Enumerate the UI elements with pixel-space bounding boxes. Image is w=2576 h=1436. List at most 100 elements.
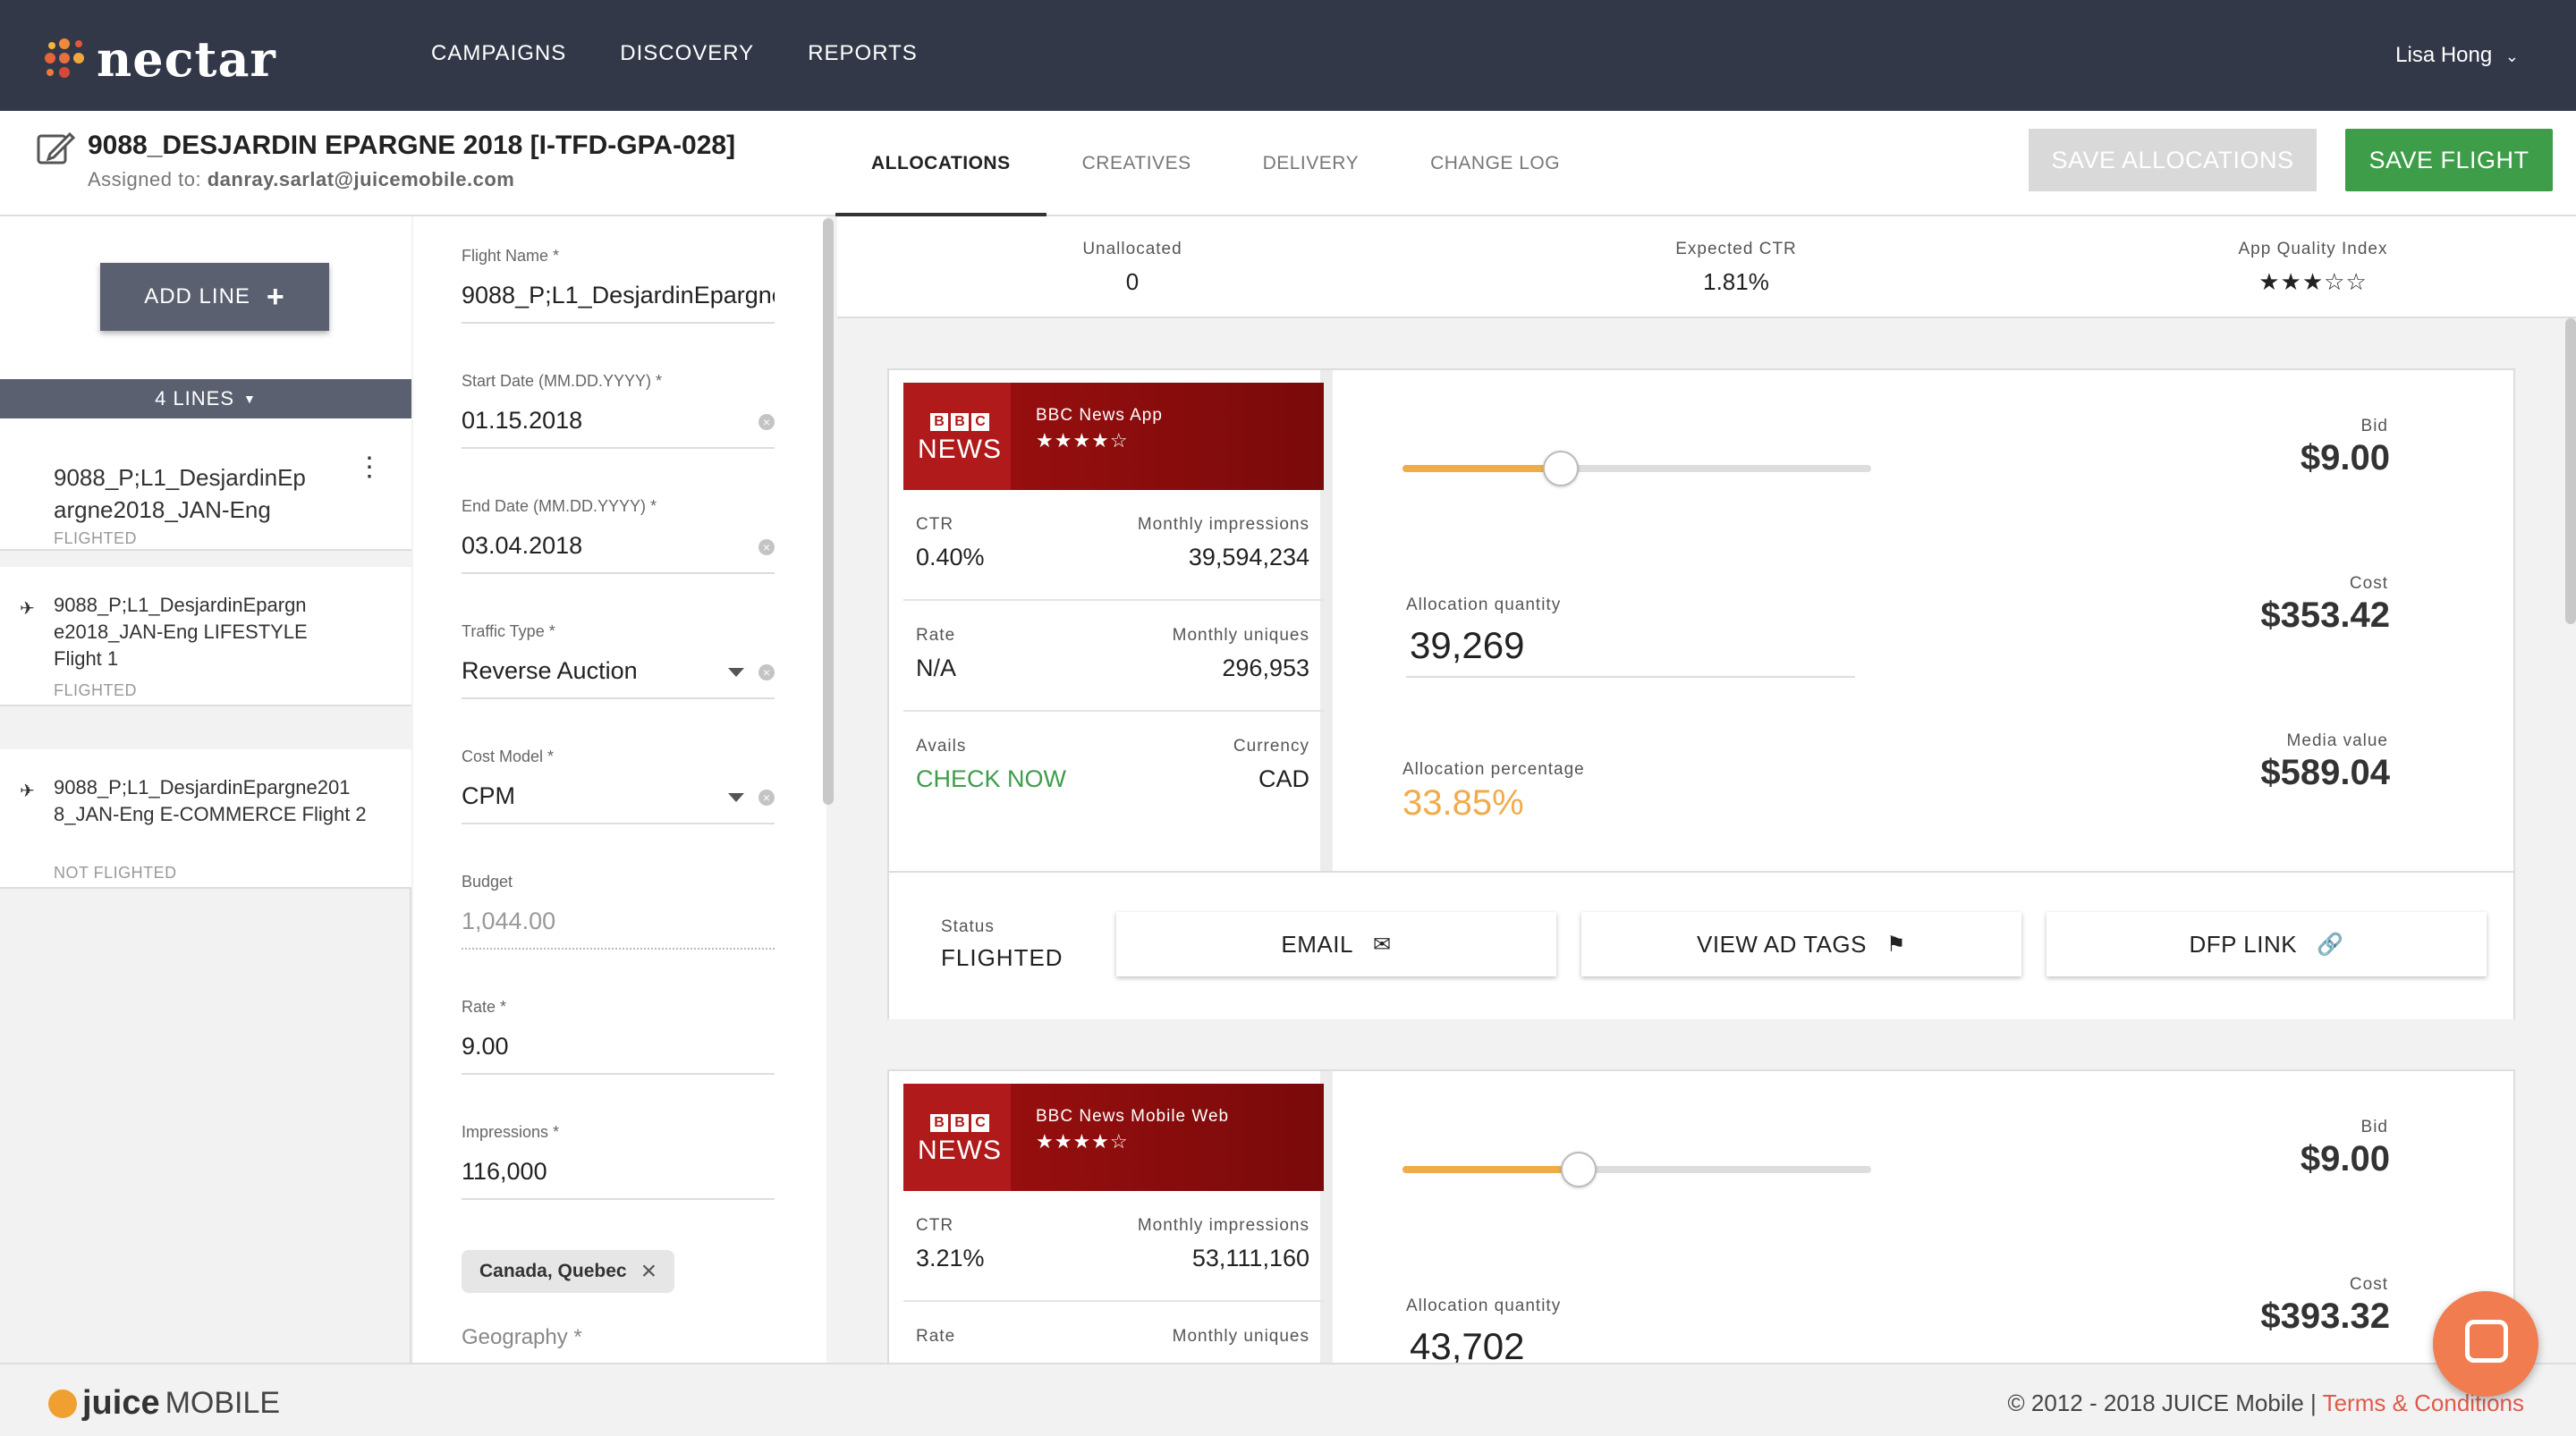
unallocated-value: 0: [1125, 268, 1140, 295]
edit-icon[interactable]: [36, 131, 75, 166]
star-rating-icon: ★★★★☆: [1036, 1130, 1129, 1153]
allocation-quantity-label: Allocation quantity: [1406, 1297, 1562, 1315]
star-rating-icon: ★★★☆☆: [2258, 268, 2368, 295]
slider-handle[interactable]: [1561, 1152, 1597, 1187]
flight-header: 9088_DESJARDIN EPARGNE 2018 [I-TFD-GPA-0…: [0, 111, 2576, 216]
allocation-slider[interactable]: [1402, 451, 1871, 486]
nectar-logo[interactable]: nectar: [41, 30, 276, 88]
app-banner: B B C NEWS BBC News App ★★★★☆: [903, 383, 1324, 490]
monthly-impressions-value: 39,594,234: [1188, 544, 1309, 570]
tag-icon: ⚑: [1885, 932, 1906, 957]
budget-input: 1,044.00: [462, 908, 775, 950]
top-nav-bar: nectar CAMPAIGNS DISCOVERY REPORTS Lisa …: [0, 0, 2576, 111]
save-allocations-button[interactable]: SAVE ALLOCATIONS: [2029, 129, 2317, 191]
clear-icon[interactable]: ×: [758, 414, 775, 430]
email-button[interactable]: EMAIL ✉: [1116, 912, 1556, 976]
allocation-slider[interactable]: [1402, 1152, 1871, 1187]
cost-value: $393.32: [2260, 1297, 2390, 1336]
copyright-text: © 2012 - 2018 JUICE Mobile |: [2007, 1390, 2323, 1416]
add-line-button[interactable]: ADD LINE +: [100, 263, 329, 331]
line-item[interactable]: ✈ 9088_P;L1_DesjardinEpargn e2018_JAN-En…: [0, 567, 411, 706]
link-icon: 🔗: [2317, 932, 2344, 957]
nav-discovery[interactable]: DISCOVERY: [620, 41, 754, 66]
app-quality-label: App Quality Index: [2238, 240, 2388, 258]
traffic-type-select[interactable]: Reverse Auction ×: [462, 657, 775, 699]
bid-label: Bid: [2360, 417, 2388, 435]
bid-value: $9.00: [2300, 1139, 2390, 1178]
envelope-icon: ✉: [1372, 932, 1392, 957]
form-scrollbar[interactable]: [823, 218, 834, 805]
nav-campaigns[interactable]: CAMPAIGNS: [431, 41, 566, 66]
unallocated-stat: Unallocated 0: [1043, 240, 1222, 296]
tab-creatives[interactable]: CREATIVES: [1046, 111, 1227, 216]
allocation-card: B B C NEWS BBC News App ★★★★☆ CTR 0.40% M…: [887, 368, 2515, 1019]
tab-allocations[interactable]: ALLOCATIONS: [835, 111, 1046, 216]
slider-fill: [1402, 1166, 1579, 1173]
main-nav: CAMPAIGNS DISCOVERY REPORTS: [431, 41, 918, 66]
star-rating-icon: ★★★★☆: [1036, 429, 1129, 452]
allocations-panel: Unallocated 0 Expected CTR 1.81% App Qua…: [837, 216, 2576, 1363]
user-name: Lisa Hong: [2395, 43, 2493, 67]
lines-sidebar: ADD LINE + 4 LINES ▼ 9088_P;L1_Desjardin…: [0, 216, 411, 1363]
end-date-input[interactable]: 03.04.2018 ×: [462, 532, 775, 574]
flight-form: Flight Name * 9088_P;L1_DesjardinEpargne…: [413, 216, 826, 1363]
lines-count: 4 LINES: [155, 387, 235, 410]
user-menu[interactable]: Lisa Hong ⌄: [2395, 43, 2519, 68]
rate-field: Rate * 9.00: [462, 998, 775, 1075]
divider: [0, 706, 411, 749]
save-flight-button[interactable]: SAVE FLIGHT: [2345, 129, 2553, 191]
line-name: 9088_P;L1_DesjardinEp argne2018_JAN-Eng: [54, 464, 306, 523]
ctr-value: 0.40%: [916, 544, 985, 570]
clear-icon[interactable]: ×: [758, 539, 775, 555]
line-item[interactable]: ✈ 9088_P;L1_DesjardinEpargne201 8_JAN-En…: [0, 749, 411, 889]
start-date-input[interactable]: 01.15.2018 ×: [462, 407, 775, 449]
allocation-percentage-value: 33.85%: [1402, 783, 1524, 823]
add-line-label: ADD LINE: [144, 284, 250, 308]
monthly-uniques-value: 296,953: [1222, 655, 1309, 681]
lines-count-dropdown[interactable]: 4 LINES ▼: [0, 379, 411, 418]
chat-widget-button[interactable]: [2433, 1291, 2538, 1397]
impressions-input[interactable]: 116,000: [462, 1158, 775, 1200]
assigned-to: Assigned to: danray.sarlat@juicemobile.c…: [88, 168, 514, 191]
slider-handle[interactable]: [1543, 451, 1579, 486]
clear-icon[interactable]: ×: [758, 790, 775, 806]
rate-input[interactable]: 9.00: [462, 1033, 775, 1075]
expected-ctr-label: Expected CTR: [1675, 240, 1797, 258]
kebab-menu-icon[interactable]: ⋮: [356, 454, 383, 481]
panel-scrollbar[interactable]: [2565, 318, 2576, 624]
nav-reports[interactable]: REPORTS: [808, 41, 918, 66]
chat-icon: [2465, 1320, 2508, 1363]
ctr-row: CTR 0.40% Monthly impressions 39,594,234: [903, 490, 1324, 601]
line-item[interactable]: 9088_P;L1_DesjardinEp argne2018_JAN-Eng …: [0, 418, 411, 551]
cost-model-value: CPM: [462, 782, 515, 809]
divider: [0, 551, 411, 567]
copyright: © 2012 - 2018 JUICE Mobile | Terms & Con…: [2008, 1390, 2524, 1417]
start-date-field: Start Date (MM.DD.YYYY) * 01.15.2018 ×: [462, 372, 775, 449]
dfp-link-button[interactable]: DFP LINK 🔗: [2046, 912, 2487, 976]
cost-value: $353.42: [2260, 596, 2390, 635]
impressions-label: Impressions *: [462, 1123, 560, 1141]
end-date-value: 03.04.2018: [462, 532, 583, 559]
impressions-field: Impressions * 116,000: [462, 1123, 775, 1200]
check-now-link[interactable]: CHECK NOW: [916, 765, 1066, 793]
allocation-quantity-input[interactable]: 43,702: [1406, 1325, 1855, 1363]
tab-change-log[interactable]: CHANGE LOG: [1394, 111, 1596, 216]
page-title: 9088_DESJARDIN EPARGNE 2018 [I-TFD-GPA-0…: [88, 131, 736, 160]
chevron-down-icon: ⌄: [2504, 47, 2519, 65]
allocation-quantity-input[interactable]: 39,269: [1406, 624, 1855, 678]
slider-fill: [1402, 465, 1561, 472]
airplane-icon: ✈: [20, 781, 35, 801]
caret-down-icon: [728, 668, 744, 677]
app-name: BBC News App: [1036, 406, 1163, 425]
flight-name-input[interactable]: 9088_P;L1_DesjardinEpargne2018_JAN-Eng: [462, 282, 775, 324]
start-date-value: 01.15.2018: [462, 407, 583, 434]
allocation-card: B B C NEWS BBC News Mobile Web ★★★★☆ CTR…: [887, 1069, 2515, 1363]
clear-icon[interactable]: ×: [758, 664, 775, 680]
cost-model-select[interactable]: CPM ×: [462, 782, 775, 824]
juice-logo-icon: [48, 1389, 77, 1418]
rate-label: Rate *: [462, 998, 507, 1016]
tab-delivery[interactable]: DELIVERY: [1227, 111, 1395, 216]
close-icon[interactable]: ×: [641, 1256, 657, 1287]
view-ad-tags-button[interactable]: VIEW AD TAGS ⚑: [1581, 912, 2021, 976]
expected-ctr-value: 1.81%: [1703, 268, 1769, 295]
